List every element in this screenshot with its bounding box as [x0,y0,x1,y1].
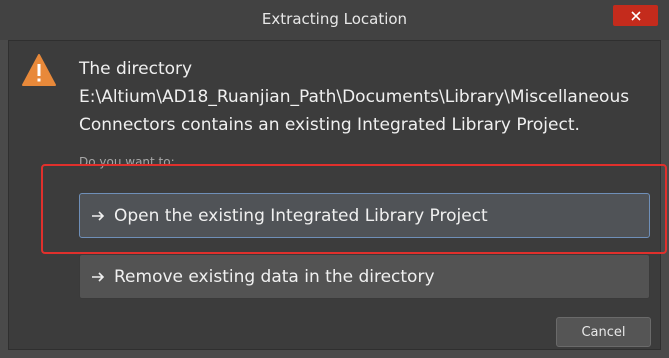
option-label: Remove existing data in the directory [114,266,435,287]
cancel-button[interactable]: Cancel [556,317,651,347]
warning-icon [22,54,56,86]
message-line-2: E:\Altium\AD18_Ruanjian_Path\Documents\L… [79,87,630,107]
message-line-3: Connectors contains an existing Integrat… [79,115,580,135]
close-icon [630,10,641,21]
open-existing-project-button[interactable]: Open the existing Integrated Library Pro… [79,193,650,238]
window-title: Extracting Location [261,10,408,28]
title-bar: Extracting Location [0,0,669,40]
arrow-right-icon [92,210,105,221]
question-label: Do you want to: [79,155,175,169]
dialog-body: The directory E:\Altium\AD18_Ruanjian_Pa… [8,40,661,350]
option-label: Open the existing Integrated Library Pro… [114,205,488,226]
close-button[interactable] [613,5,658,26]
arrow-right-icon [92,271,105,282]
message-text: The directory E:\Altium\AD18_Ruanjian_Pa… [79,55,659,139]
message-line-1: The directory [79,59,193,79]
remove-existing-data-button[interactable]: Remove existing data in the directory [79,254,650,299]
